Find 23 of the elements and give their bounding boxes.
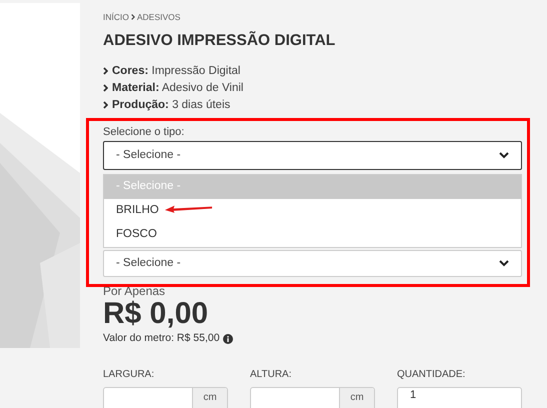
quantity-input[interactable]: 1	[397, 386, 522, 408]
field-label: QUANTIDADE:	[397, 368, 466, 380]
price-prefix: Por Apenas	[102, 284, 166, 298]
field-label: ALTURA:	[250, 368, 292, 380]
spec-text: Material: Adesivo de Vinil	[112, 80, 244, 96]
breadcrumb-link[interactable]: ADESIVOS	[136, 11, 180, 24]
field-label: Selecione o tipo:	[103, 124, 186, 139]
breadcrumb-link[interactable]: INÍCIO	[103, 11, 129, 24]
number-input[interactable]: cm	[250, 386, 375, 408]
spec-text: Produção: 3 dias úteis	[112, 98, 230, 113]
option-select[interactable]: - Selecione -	[103, 250, 522, 277]
field-label: LARGURA:	[103, 368, 156, 380]
chevron-right-icon	[130, 14, 135, 20]
type-select[interactable]: - Selecione -	[103, 140, 522, 170]
unit-price: Valor do metro: R$ 55,00	[103, 330, 220, 346]
spec-text: Cores: Impressão Digital	[112, 64, 240, 79]
price-amount: R$ 0,00	[102, 298, 210, 330]
info-icon[interactable]	[222, 334, 233, 344]
annotation-arrow	[163, 204, 213, 213]
product-title: ADESIVO IMPRESSÃO DIGITAL	[102, 30, 336, 51]
number-input[interactable]: cm	[103, 386, 228, 408]
chevron-down-icon	[499, 260, 509, 267]
chevron-down-icon	[499, 152, 509, 159]
